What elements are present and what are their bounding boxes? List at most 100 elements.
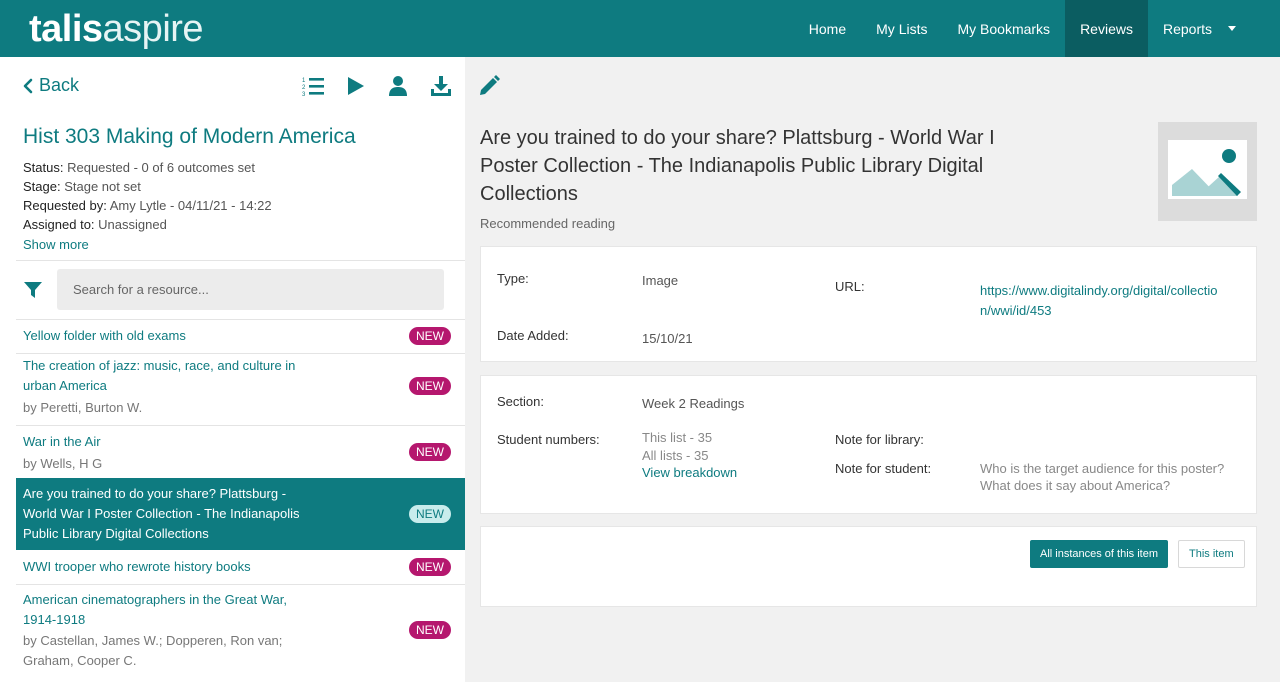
stage-value: Stage not set xyxy=(64,179,141,194)
search-input[interactable] xyxy=(57,269,444,310)
stage-row: Stage: Stage not set xyxy=(23,179,141,194)
date-added-value: 15/10/21 xyxy=(642,331,693,346)
actions-card: All instances of this item This item xyxy=(480,526,1257,607)
play-icon[interactable] xyxy=(343,74,367,98)
url-link[interactable]: https://www.digitalindy.org/digital/coll… xyxy=(980,281,1218,321)
search-box xyxy=(57,269,444,310)
section-value: Week 2 Readings xyxy=(642,396,745,411)
item-author: by Castellan, James W.; Dopperen, Ron va… xyxy=(23,633,283,648)
assigned-label: Assigned to: xyxy=(23,217,95,232)
importance-label: Recommended reading xyxy=(480,216,616,231)
main-nav: Home My Lists My Bookmarks Reviews Repor… xyxy=(794,0,1280,57)
requested-row: Requested by: Amy Lytle - 04/11/21 - 14:… xyxy=(23,198,272,213)
numbered-list-icon[interactable]: 1 2 3 xyxy=(301,74,325,98)
list-item[interactable]: American cinematographers in the Great W… xyxy=(16,585,465,675)
new-badge: NEW xyxy=(409,621,451,639)
nav-my-lists-label: My Lists xyxy=(876,20,928,37)
caret-down-icon xyxy=(1228,26,1236,31)
note-student-label: Note for student: xyxy=(835,461,932,476)
nav-reviews-label: Reviews xyxy=(1080,20,1133,37)
new-badge: NEW xyxy=(409,505,451,523)
toolbar: Back 1 2 3 xyxy=(0,57,1280,114)
assigned-value: Unassigned xyxy=(98,217,167,232)
item-author: by Peretti, Burton W. xyxy=(23,400,143,415)
user-icon[interactable] xyxy=(386,74,410,98)
nav-my-bookmarks-label: My Bookmarks xyxy=(957,20,1051,37)
section-label: Section: xyxy=(497,394,544,409)
logo-bold-text: talis xyxy=(29,8,103,50)
left-panel: Back 1 2 3 Hist 303 Making of Modern Ame… xyxy=(0,57,500,682)
svg-text:2: 2 xyxy=(302,85,306,91)
item-title: WWI trooper who rewrote history books xyxy=(23,559,251,574)
url-line: n/wwi/id/453 xyxy=(980,303,1052,318)
nav-my-lists[interactable]: My Lists xyxy=(861,0,942,57)
item-detail-title: Are you trained to do your share? Platts… xyxy=(480,124,1040,208)
view-breakdown-link[interactable]: View breakdown xyxy=(642,465,737,480)
assigned-row: Assigned to: Unassigned xyxy=(23,217,167,232)
stage-label: Stage: xyxy=(23,179,61,194)
list-item[interactable]: Yellow folder with old exams NEW xyxy=(16,320,465,353)
date-added-label: Date Added: xyxy=(497,328,569,343)
this-list-count: This list - 35 xyxy=(642,430,713,445)
this-item-button[interactable]: This item xyxy=(1178,540,1245,568)
item-author: by Wells, H G xyxy=(23,456,103,471)
nav-home-label: Home xyxy=(808,20,847,37)
status-row: Status: Requested - 0 of 6 outcomes set xyxy=(23,160,255,175)
item-notes-card: Section: Week 2 Readings Student numbers… xyxy=(480,375,1257,514)
divider xyxy=(16,260,465,261)
item-author-cont: Graham, Cooper C. xyxy=(23,653,137,668)
top-navbar: talisaspire Home My Lists My Bookmarks R… xyxy=(0,0,1280,57)
note-student-value: Who is the target audience for this post… xyxy=(980,460,1224,494)
show-more-link[interactable]: Show more xyxy=(23,237,89,252)
new-badge: NEW xyxy=(409,327,451,345)
filter-icon[interactable] xyxy=(23,280,43,300)
item-title-cont: urban America xyxy=(23,378,107,393)
item-title-cont: Public Library Digital Collections xyxy=(23,526,209,541)
all-lists-count: All lists - 35 xyxy=(642,448,709,463)
new-badge: NEW xyxy=(409,558,451,576)
note-library-label: Note for library: xyxy=(835,432,924,447)
requested-label: Requested by: xyxy=(23,198,107,213)
new-badge: NEW xyxy=(409,377,451,395)
item-details-card: Type: Image URL: https://www.digitalindy… xyxy=(480,246,1257,362)
nav-home[interactable]: Home xyxy=(794,0,861,57)
back-button[interactable]: Back xyxy=(23,75,79,96)
list-item[interactable]: The creation of jazz: music, race, and c… xyxy=(16,354,465,426)
type-value: Image xyxy=(642,273,679,288)
list-item[interactable]: War in the Air by Wells, H G NEW xyxy=(16,426,465,478)
all-instances-button[interactable]: All instances of this item xyxy=(1030,540,1168,568)
item-title: American cinematographers in the Great W… xyxy=(23,592,287,607)
talis-aspire-logo[interactable]: talisaspire xyxy=(29,8,204,51)
nav-reports[interactable]: Reports xyxy=(1148,0,1280,57)
image-thumbnail[interactable] xyxy=(1158,122,1257,221)
type-label: Type: xyxy=(497,271,529,286)
logo-light-text: aspire xyxy=(102,8,204,50)
item-title: The creation of jazz: music, race, and c… xyxy=(23,358,296,373)
list-title[interactable]: Hist 303 Making of Modern America xyxy=(23,125,356,149)
svg-text:1: 1 xyxy=(302,78,306,84)
pencil-icon[interactable] xyxy=(477,74,501,98)
item-title: Yellow folder with old exams xyxy=(23,328,186,343)
nav-my-bookmarks[interactable]: My Bookmarks xyxy=(942,0,1065,57)
status-value: Requested - 0 of 6 outcomes set xyxy=(67,160,255,175)
requested-value: Amy Lytle - 04/11/21 - 14:22 xyxy=(109,198,272,213)
url-line: https://www.digitalindy.org/digital/coll… xyxy=(980,283,1218,298)
detail-title-line: Poster Collection - The Indianapolis Pub… xyxy=(480,155,984,177)
nav-reports-label: Reports xyxy=(1162,20,1212,37)
status-label: Status: xyxy=(23,160,64,175)
student-numbers-label: Student numbers: xyxy=(497,432,600,447)
note-line: What does it say about America? xyxy=(980,478,1171,493)
new-badge: NEW xyxy=(409,443,451,461)
list-item-selected[interactable]: Are you trained to do your share? Platts… xyxy=(16,478,465,550)
image-placeholder-icon xyxy=(1168,140,1247,199)
item-title: War in the Air xyxy=(23,434,101,449)
item-title-cont: 1914-1918 xyxy=(23,612,86,627)
note-line: Who is the target audience for this post… xyxy=(980,461,1225,476)
back-label: Back xyxy=(39,75,80,95)
chevron-left-icon xyxy=(23,78,33,93)
svg-text:3: 3 xyxy=(302,92,306,98)
list-item[interactable]: WWI trooper who rewrote history books NE… xyxy=(16,551,465,584)
download-icon[interactable] xyxy=(429,74,453,98)
nav-reviews[interactable]: Reviews xyxy=(1065,0,1148,57)
url-label: URL: xyxy=(835,279,865,294)
